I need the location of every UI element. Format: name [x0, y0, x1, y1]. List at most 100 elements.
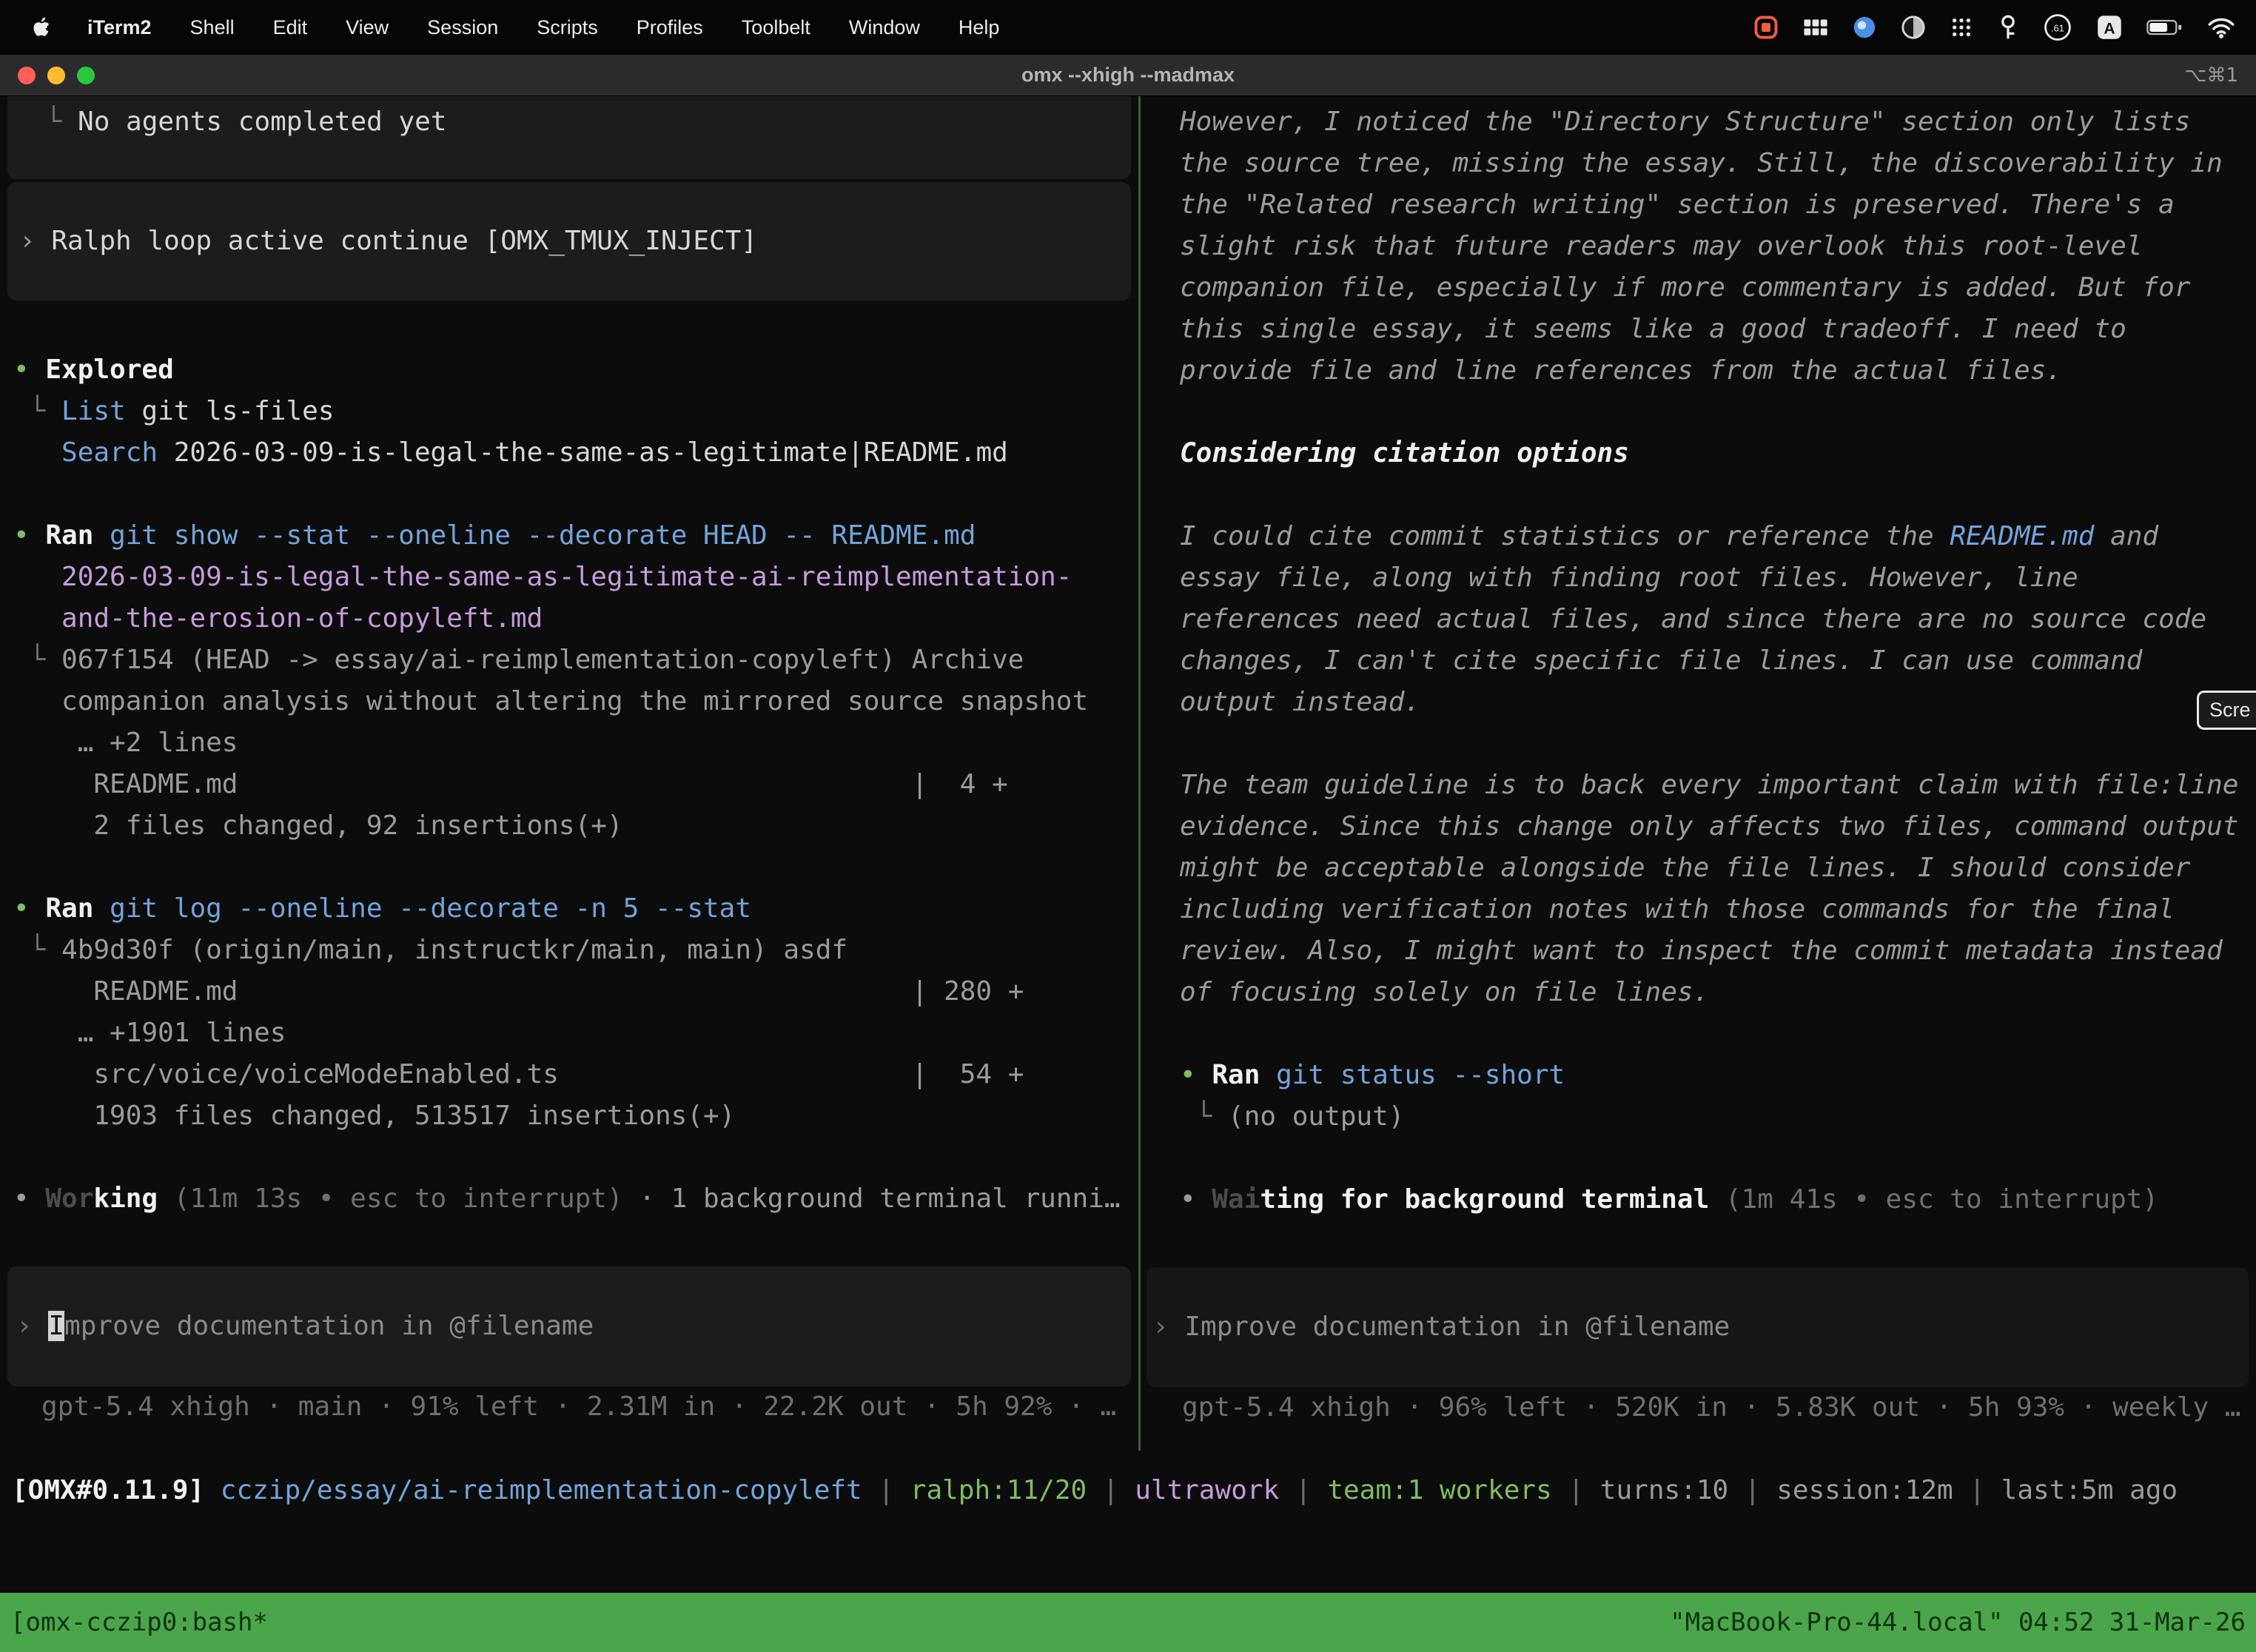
window-titlebar: omx --xhigh --madmax ⌥⌘1	[0, 55, 2256, 96]
wifi-icon[interactable]	[2207, 16, 2235, 38]
screen-recording-indicator[interactable]	[1753, 14, 1779, 41]
left-prompt-input[interactable]: › Improve documentation in @filename	[7, 1266, 1131, 1386]
terminal-line: evidence. Since this change only affects…	[1180, 806, 2256, 847]
zoom-button[interactable]	[77, 67, 95, 84]
text-segment: Ran	[1212, 1060, 1260, 1090]
right-terminal-pane[interactable]: However, I noticed the "Directory Struct…	[1141, 96, 2256, 1451]
text-segment: Explored	[45, 355, 173, 385]
screen-share-tooltip-label: Scre	[2209, 699, 2251, 722]
screen: iTerm2 ShellEditViewSessionScriptsProfil…	[0, 0, 2256, 1652]
dark-circle-icon[interactable]	[1901, 15, 1926, 40]
text-segment: this single essay, it seems like a good …	[1180, 314, 2126, 344]
right-model-statusline: gpt-5.4 xhigh · 96% left · 520K in · 5.8…	[1141, 1387, 2256, 1428]
text-segment: •	[1180, 1060, 1212, 1090]
terminal-line: 1903 files changed, 513517 insertions(+)	[13, 1095, 1138, 1137]
text-segment: Search	[61, 437, 158, 468]
text-segment: └	[30, 107, 78, 137]
text-segment: git log --oneline --decorate -n 5 --stat	[110, 893, 751, 924]
left-pane-output: • Explored └ List git ls-files Search 20…	[0, 349, 1138, 1220]
text-segment: ralph:11/20	[910, 1475, 1087, 1505]
menubar-status-area: .61 A	[1753, 13, 2241, 42]
menu-help[interactable]: Help	[939, 16, 1019, 39]
terminal-line	[1180, 1013, 2256, 1055]
text-segment: [OMX_TMUX_INJECT]	[485, 226, 757, 256]
terminal-line: essay file, along with finding root file…	[1180, 557, 2256, 599]
right-prompt-input[interactable]: › Improve documentation in @filename	[1147, 1267, 2249, 1387]
text-segment: |	[1953, 1475, 2001, 1505]
text-segment: gpt-5.4 xhigh · 96% left · 520K in · 5.8…	[1182, 1392, 2240, 1423]
text-segment: 4b9d30f (origin/main, instructkr/main, m…	[61, 935, 847, 965]
text-segment: king	[93, 1183, 158, 1214]
menu-shell[interactable]: Shell	[171, 16, 254, 39]
text-segment: evidence. Since this change only affects…	[1180, 811, 2238, 842]
blue-app-icon[interactable]	[1852, 15, 1877, 40]
text-segment: companion file, especially if more comme…	[1180, 272, 2190, 303]
text-segment: README.md | 280 +	[13, 976, 1024, 1007]
text-segment	[93, 893, 110, 924]
menu-session[interactable]: Session	[408, 16, 517, 39]
terminal-line: and-the-erosion-of-copyleft.md	[13, 598, 1138, 639]
terminal-line: I could cite commit statistics or refere…	[1180, 516, 2256, 557]
menu-scripts[interactable]: Scripts	[517, 16, 617, 39]
left-terminal-pane[interactable]: └ No agents completed yet › Ralph loop a…	[0, 96, 1138, 1451]
terminal-line: the "Related research writing" section i…	[1180, 184, 2256, 226]
text-segment: ›	[16, 1311, 48, 1341]
text-segment: mprove documentation in @filename	[64, 1311, 594, 1341]
grid-icon[interactable]	[1803, 17, 1828, 38]
terminal-line	[13, 1137, 1138, 1178]
text-segment: •	[13, 893, 45, 924]
text-segment: The team guideline is to back every impo…	[1180, 770, 2238, 800]
terminal-line: └ 067f154 (HEAD -> essay/ai-reimplementa…	[13, 639, 1138, 681]
terminal-line: └ No agents completed yet	[30, 101, 1131, 143]
screen-share-tooltip[interactable]: Scre	[2197, 691, 2256, 730]
battery-icon[interactable]	[2146, 18, 2183, 37]
menu-toolbelt[interactable]: Toolbelt	[722, 16, 830, 39]
text-segment: the "Related research writing" section i…	[1180, 189, 2175, 220]
left-model-statusline: gpt-5.4 xhigh · main · 91% left · 2.31M …	[0, 1386, 1138, 1428]
text-segment: README.md	[1950, 521, 2094, 551]
terminal-blank-area	[0, 1511, 2256, 1593]
menu-profiles[interactable]: Profiles	[617, 16, 722, 39]
terminal-line: might be acceptable alongside the file l…	[1180, 847, 2256, 889]
text-segment: last:5m ago	[2001, 1475, 2178, 1505]
battery-percent-icon[interactable]: .61	[2043, 13, 2072, 42]
terminal-line: including verification notes with those …	[1180, 889, 2256, 930]
text-segment: •	[13, 1183, 45, 1214]
terminal-line: slight risk that future readers may over…	[1180, 226, 2256, 267]
text-segment: (no output)	[1228, 1101, 1404, 1132]
terminal-line: 2 files changed, 92 insertions(+)	[13, 805, 1138, 847]
text-segment: [OMX#0.11.9]	[12, 1475, 204, 1505]
text-segment: 067f154 (HEAD -> essay/ai-reimplementati…	[61, 645, 1024, 675]
terminal-line: • Ran git show --stat --oneline --decora…	[13, 515, 1138, 557]
terminal: └ No agents completed yet › Ralph loop a…	[0, 96, 2256, 1593]
text-segment: |	[1728, 1475, 1776, 1505]
minimize-button[interactable]	[47, 67, 65, 84]
dots-grid-icon[interactable]	[1950, 16, 1973, 39]
terminal-line	[1180, 1138, 2256, 1179]
text-segment: I could cite commit statistics or refere…	[1180, 521, 1950, 551]
text-segment: |	[862, 1475, 910, 1505]
close-button[interactable]	[18, 67, 36, 84]
text-segment: (1m 41s • esc to interrupt)	[1709, 1184, 2158, 1215]
input-source-icon[interactable]: A	[2096, 14, 2123, 41]
terminal-line: └ 4b9d30f (origin/main, instructkr/main,…	[13, 930, 1138, 971]
terminal-line	[1180, 392, 2256, 433]
text-segment: · 1 background terminal runni…	[623, 1183, 1121, 1214]
text-segment: (11m 13s • esc to interrupt)	[158, 1183, 623, 1214]
key-icon[interactable]	[1997, 14, 2019, 41]
tmux-status-bar: [omx-cczip0:bash* "MacBook-Pro-44.local"…	[0, 1593, 2256, 1652]
terminal-line: output instead.	[1180, 682, 2256, 723]
text-segment: git status --short	[1276, 1060, 1565, 1090]
apple-menu[interactable]	[15, 16, 68, 38]
text-segment: ultrawork	[1135, 1475, 1279, 1505]
text-segment: 2026-03-09-is-legal-the-same-as-legitima…	[13, 562, 1072, 592]
menu-view[interactable]: View	[326, 16, 408, 39]
menu-edit[interactable]: Edit	[254, 16, 327, 39]
text-segment: might be acceptable alongside the file l…	[1180, 853, 2190, 883]
menubar-app-name[interactable]: iTerm2	[68, 16, 171, 39]
menu-window[interactable]: Window	[830, 16, 939, 39]
window-shortcut-badge: ⌥⌘1	[2184, 64, 2256, 87]
text-segment: 1903 files changed, 513517 insertions(+)	[13, 1101, 735, 1131]
text-segment: List	[61, 396, 126, 426]
terminal-line: 2026-03-09-is-legal-the-same-as-legitima…	[13, 557, 1138, 598]
